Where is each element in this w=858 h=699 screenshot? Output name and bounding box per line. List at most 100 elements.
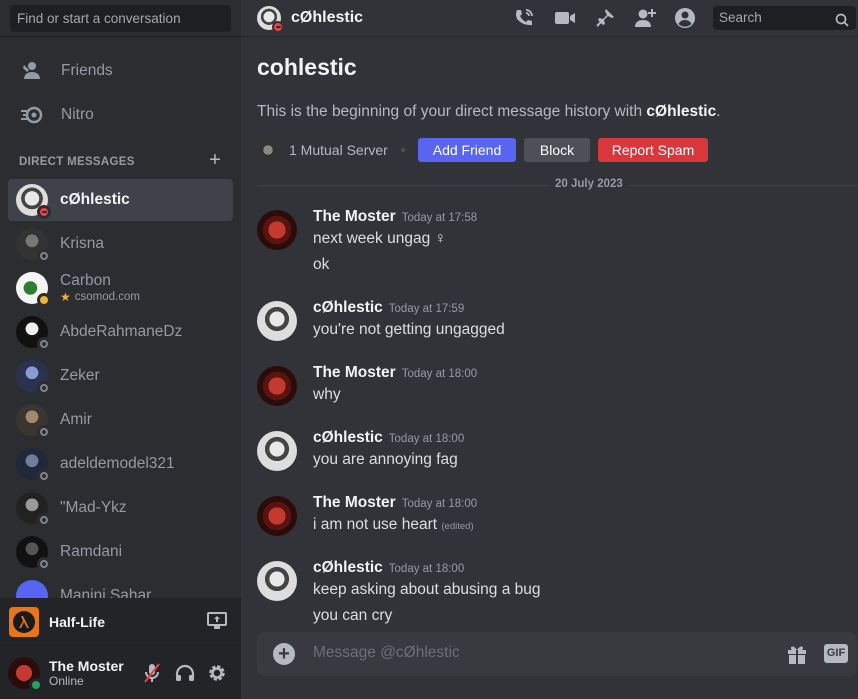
dm-name: adeldemodel321 bbox=[60, 455, 175, 472]
gift-icon[interactable] bbox=[785, 642, 809, 666]
nav-friends-label: Friends bbox=[61, 62, 113, 79]
add-friends-to-dm-icon[interactable] bbox=[634, 6, 658, 30]
activity-game-name: Half-Life bbox=[49, 613, 105, 630]
message-text: ok bbox=[313, 256, 330, 273]
user-name: The Moster bbox=[49, 657, 124, 674]
activity-panel[interactable]: Half-Life bbox=[0, 598, 241, 646]
dm-name: Krisna bbox=[60, 235, 104, 252]
dm-name: cØhlestic bbox=[60, 191, 130, 208]
nav-friends[interactable]: Friends bbox=[8, 50, 233, 92]
user-panel: The Moster Online bbox=[0, 646, 241, 699]
dm-item-amir[interactable]: Amir bbox=[8, 399, 233, 441]
message-avatar[interactable] bbox=[257, 210, 297, 250]
settings-gear-icon[interactable] bbox=[206, 662, 228, 684]
welcome-user-name: cØhlestic bbox=[646, 103, 717, 120]
dm-item-krisna[interactable]: Krisna bbox=[8, 223, 233, 265]
search-placeholder: Search bbox=[719, 10, 762, 25]
video-call-icon[interactable] bbox=[553, 6, 577, 30]
message-author[interactable]: cØhlestic bbox=[313, 559, 383, 576]
voice-call-icon[interactable] bbox=[512, 6, 536, 30]
offline-status-icon bbox=[40, 428, 48, 436]
channel-header: cØhlestic Search bbox=[241, 0, 858, 37]
offline-status-icon bbox=[40, 252, 48, 260]
user-avatar[interactable] bbox=[8, 656, 43, 692]
message-text: you're not getting ungagged bbox=[313, 321, 505, 338]
header-avatar[interactable] bbox=[257, 6, 284, 33]
header-search-input[interactable]: Search bbox=[713, 6, 856, 30]
block-button[interactable]: Block bbox=[524, 138, 590, 162]
sidebar: Find or start a conversation Friends Nit… bbox=[0, 0, 241, 699]
idle-status-icon bbox=[40, 296, 48, 304]
pinned-messages-icon[interactable] bbox=[593, 6, 617, 30]
offline-status-icon bbox=[40, 384, 48, 392]
dm-name: Ramdani bbox=[60, 543, 123, 560]
message-text: keep asking about abusing a bug bbox=[313, 581, 541, 598]
avatar bbox=[16, 316, 51, 351]
header-user-name[interactable]: cØhlestic bbox=[291, 9, 363, 27]
message-author[interactable]: cØhlestic bbox=[313, 429, 383, 446]
discord-app: Find or start a conversation Friends Nit… bbox=[0, 0, 858, 699]
add-friend-button[interactable]: Add Friend bbox=[418, 138, 516, 162]
report-spam-button[interactable]: Report Spam bbox=[598, 138, 708, 162]
offline-status-icon bbox=[40, 472, 48, 480]
message-timestamp: Today at 18:00 bbox=[388, 433, 465, 445]
sidebar-search-bar: Find or start a conversation bbox=[0, 0, 241, 37]
mutual-servers[interactable]: 1 Mutual Server bbox=[257, 138, 418, 162]
gif-button[interactable]: GIF bbox=[824, 644, 848, 663]
star-icon: ★ bbox=[60, 290, 71, 304]
avatar bbox=[16, 536, 51, 571]
dm-item-adeldemodel321[interactable]: adeldemodel321 bbox=[8, 443, 233, 485]
message-text: next week ungag ♀ bbox=[313, 230, 447, 247]
avatar bbox=[16, 184, 51, 219]
avatar bbox=[16, 404, 51, 439]
message-avatar[interactable] bbox=[257, 366, 297, 406]
mutual-server-icon bbox=[257, 139, 279, 161]
search-icon bbox=[835, 11, 849, 35]
dm-item-ramdani[interactable]: Ramdani bbox=[8, 531, 233, 573]
nav-nitro[interactable]: Nitro bbox=[8, 94, 233, 136]
friends-icon bbox=[21, 59, 45, 83]
message-text: you can cry bbox=[313, 607, 393, 624]
offline-status-icon bbox=[40, 560, 48, 568]
create-dm-plus-icon[interactable]: + bbox=[206, 150, 224, 170]
mute-mic-icon[interactable] bbox=[141, 662, 163, 684]
message-author[interactable]: The Moster bbox=[313, 364, 396, 381]
user-profile-icon[interactable] bbox=[673, 6, 697, 30]
direct-messages-header: DIRECT MESSAGES bbox=[19, 156, 135, 168]
half-life-icon bbox=[9, 606, 39, 637]
message-timestamp: Today at 18:00 bbox=[401, 368, 478, 380]
attach-plus-icon[interactable]: + bbox=[273, 643, 295, 665]
message-text: i am not use heart (edited) bbox=[313, 516, 474, 533]
dnd-status-icon bbox=[274, 23, 282, 31]
message-avatar[interactable] bbox=[257, 431, 297, 471]
message-avatar[interactable] bbox=[257, 561, 297, 601]
custom-status-text: csomod.com bbox=[74, 291, 140, 303]
message-author[interactable]: The Moster bbox=[313, 208, 396, 225]
message-avatar[interactable] bbox=[257, 301, 297, 341]
dm-item-cohlestic[interactable]: cØhlestic bbox=[8, 179, 233, 221]
message-timestamp: Today at 17:59 bbox=[388, 303, 465, 315]
dm-item-mad-ykz[interactable]: "Mad-Ykz bbox=[8, 487, 233, 529]
nitro-icon bbox=[21, 103, 45, 127]
find-conversation-button[interactable]: Find or start a conversation bbox=[10, 5, 231, 32]
message-author[interactable]: cØhlestic bbox=[313, 299, 383, 316]
nav-nitro-label: Nitro bbox=[61, 106, 94, 123]
message-timestamp: Today at 18:00 bbox=[401, 498, 478, 510]
message-input[interactable]: Message @cØhlestic bbox=[313, 644, 460, 662]
headphones-icon[interactable] bbox=[174, 662, 196, 684]
mutual-server-count: 1 Mutual Server bbox=[289, 142, 388, 158]
dm-item-zeker[interactable]: Zeker bbox=[8, 355, 233, 397]
message-text: why bbox=[313, 386, 341, 403]
message-author[interactable]: The Moster bbox=[313, 494, 396, 511]
screen-share-icon[interactable] bbox=[207, 612, 227, 632]
message-composer[interactable]: + Message @cØhlestic GIF bbox=[257, 632, 857, 676]
separator-dot bbox=[400, 148, 405, 152]
edited-tag: (edited) bbox=[441, 521, 474, 532]
custom-status: ★ csomod.com bbox=[60, 290, 140, 304]
offline-status-icon bbox=[40, 340, 48, 348]
message-avatar[interactable] bbox=[257, 496, 297, 536]
dm-item-carbon[interactable]: Carbon ★ csomod.com bbox=[8, 267, 233, 309]
avatar bbox=[16, 272, 51, 307]
dm-item-abderahmanedz[interactable]: AbdeRahmaneDz bbox=[8, 311, 233, 353]
message-timestamp: Today at 17:58 bbox=[401, 212, 478, 224]
